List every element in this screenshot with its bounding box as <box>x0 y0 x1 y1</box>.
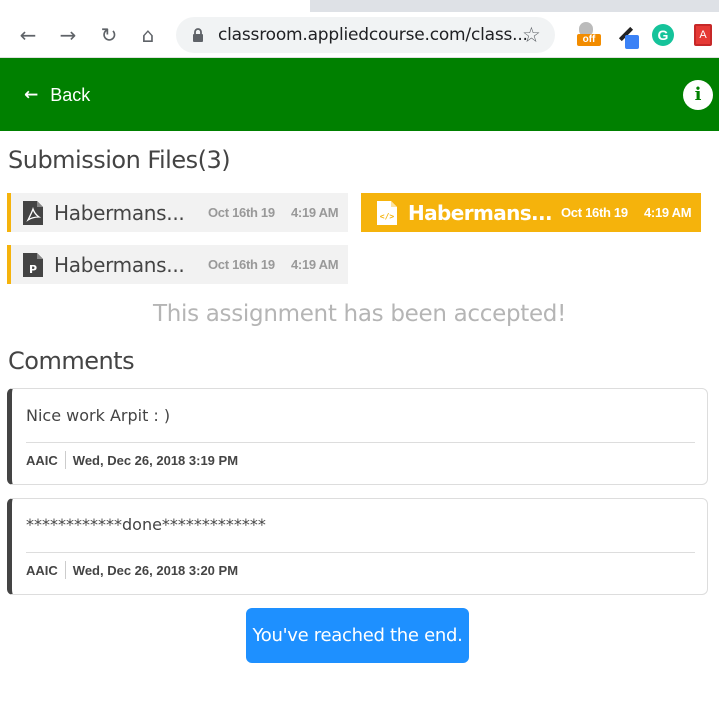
comment-text: ************done************* <box>26 515 266 534</box>
url-text: classroom.appliedcourse.com/class... <box>218 25 528 45</box>
comment-timestamp: Wed, Dec 26, 2018 3:20 PM <box>72 562 239 578</box>
file-date: Oct 16th 19 <box>208 257 275 272</box>
color-picker-icon[interactable] <box>614 22 640 49</box>
off-extension-icon[interactable]: off <box>575 22 601 48</box>
active-tab[interactable] <box>0 0 310 12</box>
comment-card: ************done************* AAIC Wed, … <box>7 498 708 595</box>
file-date: Oct 16th 19 <box>208 205 275 220</box>
comment-card: Nice work Arpit : ) AAIC Wed, Dec 26, 20… <box>7 388 708 485</box>
end-of-list-button[interactable]: You've reached the end. <box>246 608 469 663</box>
comment-text: Nice work Arpit : ) <box>26 406 171 425</box>
file-time: 4:19 AM <box>291 205 339 220</box>
lock-icon <box>193 28 203 42</box>
reload-icon[interactable]: ↻ <box>96 22 122 48</box>
grammarly-letter: G <box>652 24 674 46</box>
browser-toolbar: ← → ↻ ⌂ classroom.appliedcourse.com/clas… <box>0 12 719 58</box>
comment-meta: AAIC Wed, Dec 26, 2018 3:19 PM <box>26 451 238 469</box>
file-card-active[interactable]: </> Habermans... Oct 16th 19 4:19 AM <box>361 193 701 232</box>
file-name: Habermans... <box>54 252 185 277</box>
comment-author: AAIC <box>26 562 58 578</box>
app-header: ← Back i <box>0 58 719 131</box>
comment-author: AAIC <box>26 452 58 468</box>
file-card[interactable]: P Habermans... Oct 16th 19 4:19 AM <box>7 245 348 284</box>
bookmark-star-icon[interactable]: ☆ <box>522 23 541 47</box>
file-time: 4:19 AM <box>291 257 339 272</box>
file-time: 4:19 AM <box>644 205 692 220</box>
red-extension-icon[interactable]: A <box>692 22 718 48</box>
pdf-icon <box>23 200 43 225</box>
info-icon[interactable]: i <box>683 80 713 110</box>
home-icon[interactable]: ⌂ <box>135 22 161 48</box>
back-label: Back <box>50 84 91 105</box>
comment-timestamp: Wed, Dec 26, 2018 3:19 PM <box>72 452 239 468</box>
color-swatch <box>625 35 639 49</box>
off-badge: off <box>577 34 601 46</box>
comments-title: Comments <box>8 347 135 375</box>
file-date: Oct 16th 19 <box>561 205 628 220</box>
arrow-left-icon: ← <box>24 85 39 105</box>
svg-text:P: P <box>29 263 37 276</box>
back-arrow-icon[interactable]: ← <box>15 22 41 48</box>
meta-separator <box>64 561 66 579</box>
comment-divider <box>26 552 695 553</box>
svg-text:</>: </> <box>380 212 395 221</box>
file-card[interactable]: Habermans... Oct 16th 19 4:19 AM <box>7 193 348 232</box>
address-bar[interactable]: classroom.appliedcourse.com/class... ☆ <box>176 17 555 53</box>
file-name: Habermans... <box>54 200 185 225</box>
code-file-icon: </> <box>377 200 397 225</box>
grammarly-icon[interactable]: G <box>650 22 676 48</box>
python-file-icon: P <box>23 252 43 277</box>
browser-tab-strip <box>0 0 719 12</box>
red-extension-letter: A <box>694 24 712 46</box>
meta-separator <box>64 451 66 469</box>
back-button[interactable]: ← Back <box>24 82 90 108</box>
file-name: Habermans... <box>408 200 553 225</box>
submission-files-title: Submission Files(3) <box>8 146 231 174</box>
comment-meta: AAIC Wed, Dec 26, 2018 3:20 PM <box>26 561 238 579</box>
accepted-status: This assignment has been accepted! <box>152 301 567 327</box>
forward-arrow-icon[interactable]: → <box>55 22 81 48</box>
comment-divider <box>26 442 695 443</box>
